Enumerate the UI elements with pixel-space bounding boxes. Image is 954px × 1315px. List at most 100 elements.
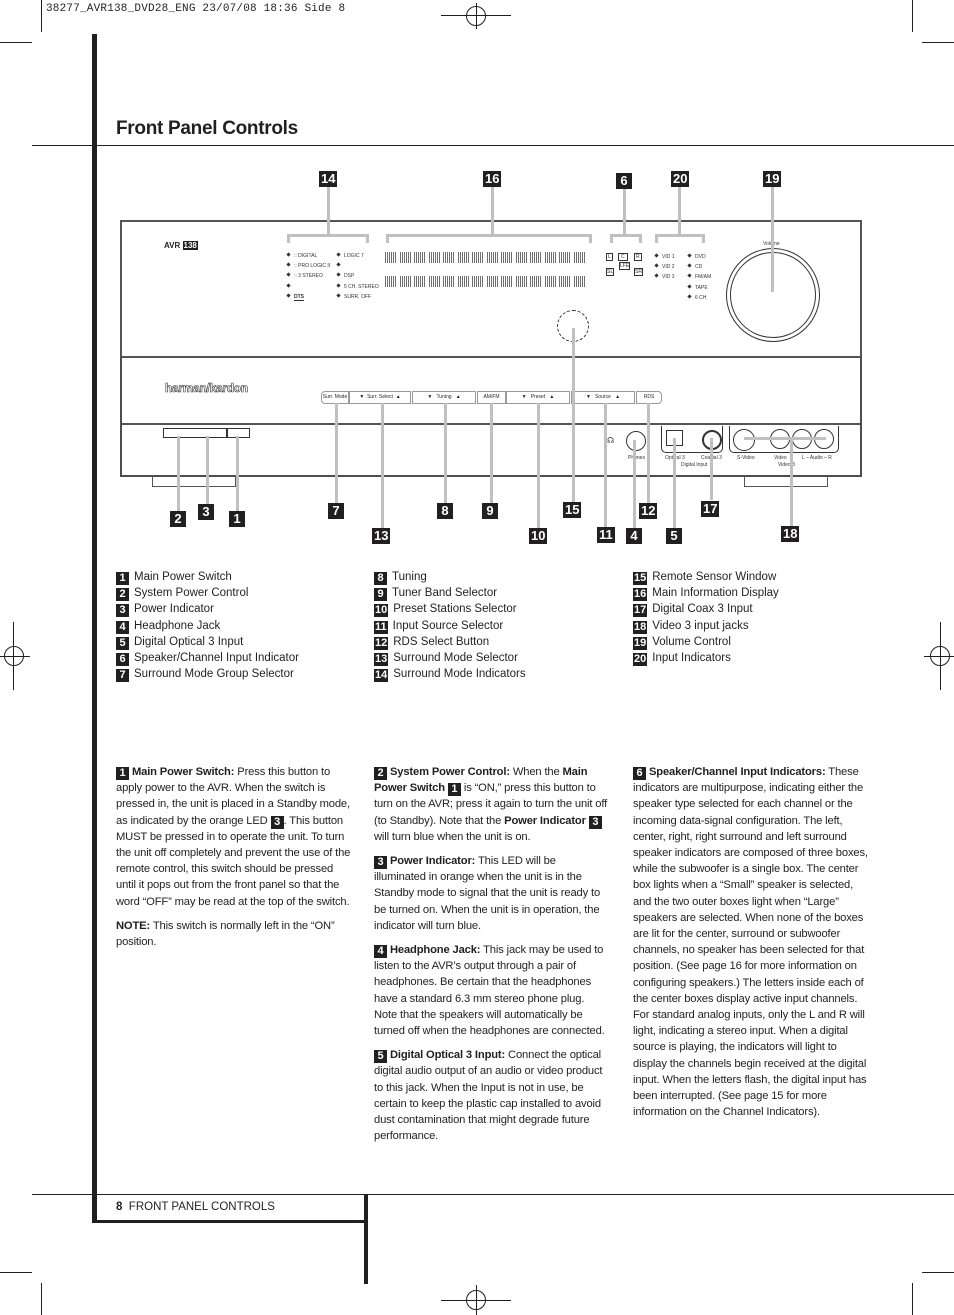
legend-item: 20 Input Indicators — [633, 650, 779, 667]
display-segment — [414, 252, 425, 263]
callout-13: 13 — [372, 528, 391, 544]
display-segment — [573, 252, 585, 263]
legend-label: Power Indicator — [134, 603, 214, 616]
leader-line — [673, 438, 676, 528]
display-segment — [486, 252, 498, 263]
legend-label: Digital Coax 3 Input — [652, 603, 753, 616]
display-segment — [428, 276, 440, 287]
svideo-jack[interactable] — [733, 429, 755, 451]
callout-19: 19 — [763, 171, 782, 187]
legend-label: Main Power Switch — [134, 571, 232, 583]
callout-8: 8 — [437, 503, 453, 519]
legend-number: 2 — [116, 588, 129, 602]
headphone-jack[interactable] — [626, 431, 646, 451]
display-segment — [385, 252, 396, 263]
crop-mark — [922, 42, 954, 43]
legend-number: 17 — [633, 604, 648, 618]
leader-line — [647, 403, 650, 503]
page-number: 8 — [116, 1201, 123, 1213]
display-segment — [515, 276, 527, 287]
leader-line — [639, 234, 642, 243]
legend-item: 16 Main Information Display — [633, 585, 779, 602]
crop-mark — [912, 1283, 913, 1315]
legend-number: 7 — [116, 669, 129, 683]
paragraph-power-indicator: 3 Power Indicator: This LED will be illu… — [374, 855, 601, 932]
legend-number: 8 — [374, 572, 387, 585]
legend-label: Tuning — [392, 571, 427, 583]
legend-item: 10 Preset Stations Selector — [374, 601, 526, 618]
legend-label: Headphone Jack — [134, 619, 221, 632]
leader-line — [287, 234, 290, 243]
leader-line — [206, 436, 209, 504]
print-slug: 38277_AVR138_DVD28_ENG 23/07/08 18:36 Si… — [46, 3, 346, 15]
leader-line — [537, 403, 540, 528]
legend-label: Surround Mode Indicators — [393, 668, 526, 681]
legend-item: 4 Headphone Jack — [116, 618, 299, 634]
legend-item: 2 System Power Control — [116, 585, 299, 602]
page-footer: 8 FRONT PANEL CONTROLS — [116, 1201, 275, 1213]
legend-number: 20 — [633, 653, 648, 667]
legend-column-1: 1 Main Power Switch 2 System Power Control 3… — [116, 569, 299, 683]
title-rule — [32, 145, 954, 146]
leader-line — [490, 403, 493, 503]
leader-line — [381, 403, 384, 528]
footer-bar-right — [364, 1194, 368, 1284]
leader-line — [702, 234, 705, 243]
leader-line — [655, 234, 658, 243]
video-label: Video — [774, 455, 787, 461]
legend-number: 15 — [633, 572, 648, 585]
crop-mark — [41, 0, 42, 32]
callout-11: 11 — [597, 527, 615, 543]
callout-7: 7 — [328, 503, 344, 519]
legend-label: Preset Stations Selector — [393, 603, 517, 616]
display-segment — [544, 276, 556, 287]
leader-line — [444, 403, 447, 503]
leader-line — [655, 234, 705, 237]
registration-mark — [930, 646, 950, 666]
legend-label: Tuner Band Selector — [392, 587, 498, 600]
legend-number: 3 — [116, 604, 129, 618]
leader-line — [589, 234, 592, 243]
leader-line — [610, 234, 642, 237]
legend-label: Input Source Selector — [392, 619, 504, 632]
footer-bar-bottom — [92, 1220, 367, 1223]
leader-line — [604, 403, 607, 528]
legend-label: Surround Mode Group Selector — [134, 668, 294, 681]
brand-logo: harman/kardon — [165, 381, 249, 396]
registration-mark — [466, 1290, 486, 1310]
main-power-switch[interactable] — [163, 428, 227, 438]
left-margin-bar — [92, 34, 97, 1222]
legend-item: 13 Surround Mode Selector — [374, 650, 526, 667]
paragraph-digital-optical-input: 5 Digital Optical 3 Input: Connect the o… — [374, 1049, 603, 1143]
registration-mark — [466, 6, 486, 26]
leader-line — [572, 328, 575, 502]
display-segment — [573, 276, 585, 287]
paragraph-note: NOTE: This switch is normally left in th… — [116, 919, 335, 949]
phones-label: Phones — [628, 455, 645, 461]
foot-right — [744, 476, 828, 487]
legend-column-3: 15 Remote Sensor Window 16 Main Information… — [633, 569, 779, 667]
legend-item: 11 Input Source Selector — [374, 618, 526, 634]
leader-line — [678, 187, 681, 235]
callout-14: 14 — [319, 171, 338, 187]
source-button[interactable]: ▼ Source ▲ — [571, 391, 635, 404]
legend-number: 18 — [633, 620, 648, 634]
legend-label: Remote Sensor Window — [652, 571, 777, 583]
body-column-1: 1 Main Power Switch: Press this button t… — [116, 764, 352, 958]
registration-mark — [4, 646, 24, 666]
leader-line — [386, 234, 389, 243]
surr-select-button[interactable]: ▼ Surr. Select ▲ — [349, 391, 411, 404]
legend-number: 12 — [374, 636, 389, 650]
paragraph-speaker-channel-indicators: 6 Speaker/Channel Input Indicators: Thes… — [633, 766, 868, 1119]
legend-item: 7 Surround Mode Group Selector — [116, 666, 299, 683]
display-segment — [428, 252, 440, 263]
legend-item: 5 Digital Optical 3 Input — [116, 634, 299, 650]
display-segment — [501, 252, 512, 263]
legend-label: Video 3 input jacks — [652, 619, 749, 632]
legend-number: 4 — [116, 620, 129, 634]
legend-number: 10 — [374, 604, 389, 618]
legend-number: 19 — [633, 636, 648, 650]
body-column-2: 2 System Power Control: When the Main Po… — [374, 764, 610, 1152]
legend-number: 1 — [116, 572, 129, 585]
display-segment — [559, 252, 570, 263]
